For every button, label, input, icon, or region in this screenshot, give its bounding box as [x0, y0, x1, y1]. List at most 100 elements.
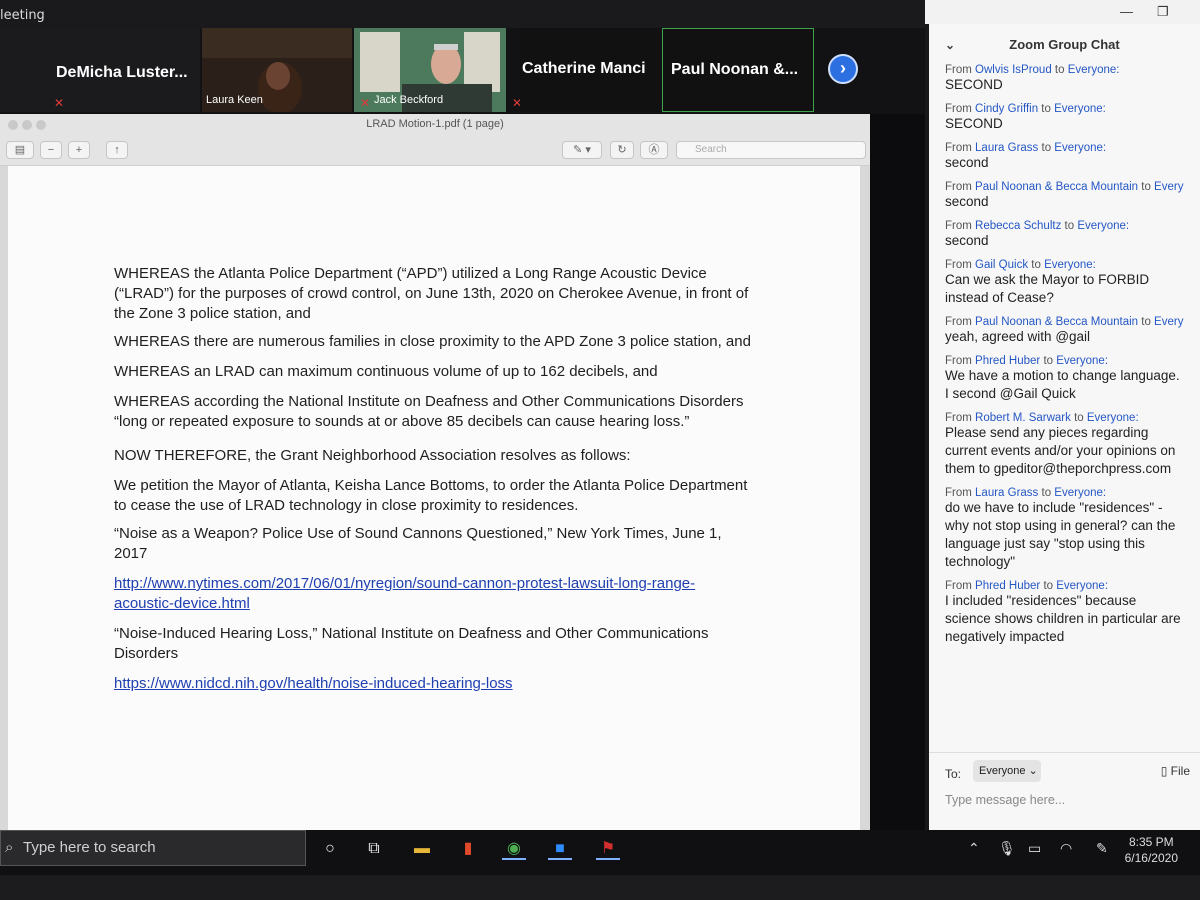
doc-line: WHEREAS there are numerous families in c…	[114, 333, 751, 350]
chat-sender[interactable]: Cindy Griffin	[975, 103, 1038, 115]
file-explorer-icon[interactable]: ▬	[410, 838, 434, 860]
doc-link-line[interactable]: https://www.nidcd.nih.gov/health/noise-i…	[114, 674, 774, 694]
markup-pen-icon[interactable]: ✎ ▾	[562, 141, 602, 159]
zoom-in-icon[interactable]: +	[68, 141, 90, 159]
zoom-title-bar: leeting	[0, 0, 925, 28]
clock-date: 6/16/2020	[1124, 851, 1178, 865]
chat-message-meta: From Phred Huber to Everyone:	[945, 355, 1109, 367]
pen-icon[interactable]: ✎	[1096, 840, 1108, 857]
chat-sender[interactable]: Owlvis IsProud	[975, 64, 1052, 76]
chat-sender[interactable]: Phred Huber	[975, 355, 1040, 367]
chat-sender[interactable]: Laura Grass	[975, 487, 1038, 499]
pdf-page: WHEREAS the Atlanta Police Department (“…	[8, 166, 860, 830]
chat-message-text: do we have to include "residences" - why…	[945, 500, 1176, 569]
link-nytimes[interactable]: http://www.nytimes.com/2017/06/01/nyregi…	[114, 574, 774, 614]
doc-link-line[interactable]: http://www.nytimes.com/2017/06/01/nyregi…	[114, 574, 774, 594]
paragraph-now-therefore: NOW THEREFORE, the Grant Neighborhood As…	[114, 446, 774, 466]
paragraph-whereas-1: WHEREAS the Atlanta Police Department (“…	[114, 264, 774, 324]
chat-sender[interactable]: Rebecca Schultz	[975, 220, 1061, 232]
next-page-button[interactable]: ›	[828, 54, 858, 84]
chrome-icon[interactable]: ◉	[502, 838, 526, 860]
recipient-select[interactable]: Everyone ⌄	[973, 760, 1041, 782]
chat-message-text: yeah, agreed with @gail	[945, 329, 1091, 344]
file-icon: ▯	[1160, 764, 1168, 778]
chat-sender[interactable]: Gail Quick	[975, 259, 1028, 271]
paragraph-whereas-3: WHEREAS an LRAD can maximum continuous v…	[114, 362, 774, 382]
chat-recipient: Everyone:	[1054, 103, 1106, 115]
chat-message-meta: From Robert M. Sarwark to Everyone:	[945, 412, 1139, 424]
chat-header: ⌄ Zoom Group Chat	[929, 24, 1200, 64]
participant-tile[interactable]: DeMicha Luster... ✕	[0, 28, 200, 112]
participant-tile[interactable]: Laura Keen	[202, 28, 352, 114]
chevron-down-icon[interactable]: ⌄	[945, 24, 955, 66]
chat-sender[interactable]: Phred Huber	[975, 580, 1040, 592]
file-button[interactable]: ▯ File	[1161, 764, 1190, 778]
participant-name: Catherine Manci	[522, 60, 646, 77]
chat-message-text: We have a motion to change language. I s…	[945, 368, 1180, 401]
battery-icon[interactable]: ▭	[1028, 840, 1041, 857]
doc-line: to cease the use of LRAD technology in c…	[114, 497, 579, 514]
chat-message-input[interactable]: Type message here...	[945, 793, 1065, 807]
pdf-body: WHEREAS the Atlanta Police Department (“…	[0, 166, 870, 830]
rotate-icon[interactable]: ↻	[610, 141, 634, 159]
chat-message: From Robert M. Sarwark to Everyone: Pleas…	[929, 412, 1200, 478]
doc-line: We petition the Mayor of Atlanta, Keisha…	[114, 477, 748, 494]
zoom-out-icon[interactable]: −	[40, 141, 62, 159]
paragraph-whereas-2: WHEREAS there are numerous families in c…	[114, 332, 774, 352]
chat-message: From Cindy Griffin to Everyone: SECOND	[929, 103, 1200, 133]
chat-sender[interactable]: Laura Grass	[975, 142, 1038, 154]
chat-message-text: I included "residences" because science …	[945, 593, 1181, 644]
zoom-app-icon[interactable]: ■	[548, 838, 572, 860]
share-icon[interactable]: ↑	[106, 141, 128, 159]
taskbar-search-input[interactable]: ⌕ Type here to search	[0, 830, 306, 866]
search-icon: ⌕	[5, 839, 14, 856]
participant-tile[interactable]: Catherine Manci	[520, 28, 658, 112]
pdf-toolbar: ▤ − + ↑ ✎ ▾ ↻ Ⓐ Search	[0, 136, 870, 166]
participant-tile[interactable]: ✕ Jack Beckford	[354, 28, 506, 112]
screen-bezel	[0, 875, 1200, 900]
participant-name: Paul Noonan &...	[671, 61, 799, 78]
chat-message-text: SECOND	[945, 116, 1003, 131]
chat-message-meta: From Paul Noonan & Becca Mountain to Eve…	[945, 181, 1184, 193]
chat-title: Zoom Group Chat	[1009, 37, 1120, 52]
chat-sender[interactable]: Paul Noonan & Becca Mountain	[975, 316, 1138, 328]
taskbar-search-placeholder: Type here to search	[23, 839, 156, 856]
pdf-search-input[interactable]: Search	[676, 141, 866, 159]
minimize-window-icon[interactable]	[22, 120, 32, 130]
window-controls: — ❐	[925, 0, 1200, 24]
doc-link-line[interactable]: acoustic-device.html	[114, 594, 774, 614]
minimize-icon[interactable]: —	[1120, 4, 1133, 19]
microphone-icon[interactable]: 🎙	[998, 840, 1016, 857]
chat-recipient: Everyone:	[1044, 259, 1096, 271]
sidebar-toggle-icon[interactable]: ▤	[6, 141, 34, 159]
chat-message-list: From Owlvis IsProud to Everyone: SECOND Fr…	[929, 64, 1200, 646]
chat-message-text: SECOND	[945, 77, 1003, 92]
annotate-icon[interactable]: Ⓐ	[640, 141, 668, 159]
restore-icon[interactable]: ❐	[1157, 4, 1169, 20]
acrobat-icon[interactable]: ⚑	[596, 838, 620, 860]
chat-recipient: Everyone	[1154, 316, 1184, 328]
task-view-icon[interactable]: ⧉	[362, 838, 386, 860]
participant-tile-active[interactable]: Paul Noonan &...	[662, 28, 814, 112]
pdf-viewer-window: LRAD Motion-1.pdf (1 page) ▤ − + ↑ ✎ ▾ ↻…	[0, 114, 870, 830]
citation-nidcd: “Noise-Induced Hearing Loss,” National I…	[114, 624, 774, 664]
chevron-up-icon[interactable]: ⌃	[968, 840, 980, 857]
chat-recipient: Everyone:	[1077, 220, 1130, 232]
chat-recipient: Everyone:	[1054, 142, 1107, 154]
participant-caption: Jack Beckford	[374, 94, 444, 106]
close-window-icon[interactable]	[8, 120, 18, 130]
chat-message-meta: From Cindy Griffin to Everyone:	[945, 103, 1106, 115]
mic-muted-icon: ✕	[360, 96, 371, 110]
link-nidcd[interactable]: https://www.nidcd.nih.gov/health/noise-i…	[114, 674, 774, 694]
chat-message-meta: From Owlvis IsProud to Everyone:	[945, 64, 1120, 76]
system-clock[interactable]: 8:35 PM 6/16/2020	[1125, 834, 1178, 866]
doc-line: Disorders	[114, 645, 179, 662]
chat-message-text: Please send any pieces regarding current…	[945, 425, 1176, 476]
wifi-icon[interactable]: ◠	[1060, 840, 1072, 857]
chat-sender[interactable]: Paul Noonan & Becca Mountain	[975, 181, 1138, 193]
chat-message: From Owlvis IsProud to Everyone: SECOND	[929, 64, 1200, 94]
cortana-icon[interactable]: ○	[318, 838, 342, 860]
chat-sender[interactable]: Robert M. Sarwark	[975, 412, 1071, 424]
office-icon[interactable]: ▮	[456, 838, 480, 860]
zoom-window-icon[interactable]	[36, 120, 46, 130]
